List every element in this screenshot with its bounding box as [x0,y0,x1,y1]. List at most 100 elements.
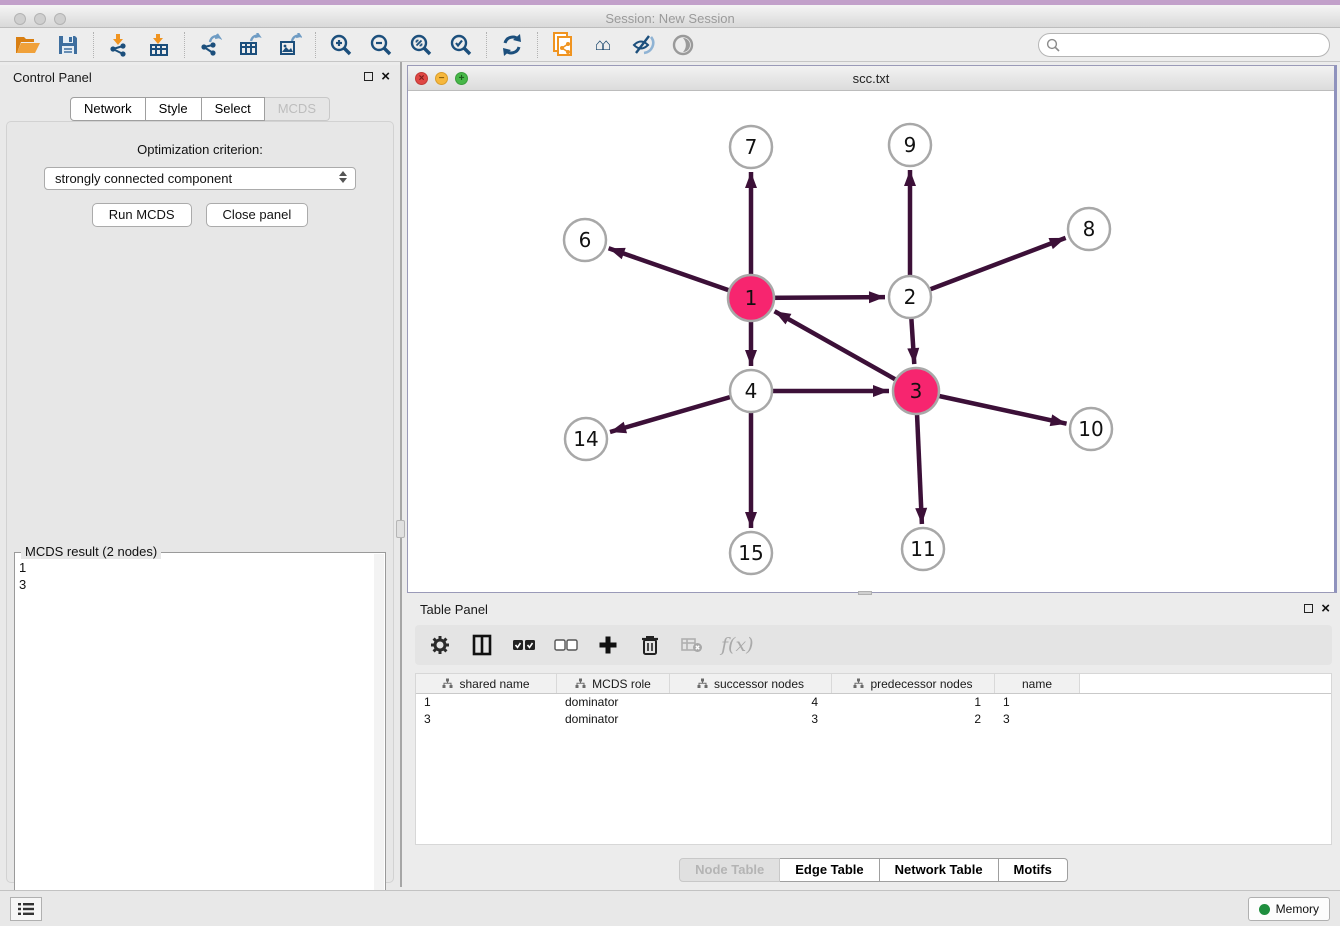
table-cell[interactable]: 1 [416,694,557,711]
toolbar-separator [315,32,316,58]
app-window: Session: New Session [0,0,1340,926]
table-toolbar: f(x) [415,625,1332,665]
tab-select[interactable]: Select [202,97,265,121]
table-cell[interactable]: dominator [557,711,670,728]
table-cell[interactable]: dominator [557,694,670,711]
panel-splitter[interactable] [400,62,402,887]
column-header[interactable]: successor nodes [670,674,832,693]
node-table: shared nameMCDS rolesuccessor nodesprede… [415,673,1332,845]
float-table-panel-icon[interactable] [1304,604,1313,613]
table-cell[interactable]: 2 [832,711,995,728]
show-columns-icon[interactable] [469,632,495,658]
table-header-row: shared nameMCDS rolesuccessor nodesprede… [416,674,1331,694]
select-all-icon[interactable] [511,632,537,658]
graph-edge[interactable] [910,238,1066,297]
show-graphics-details-icon[interactable] [663,30,703,60]
column-header[interactable]: predecessor nodes [832,674,995,693]
hierarchy-icon [853,678,864,689]
close-panel-icon[interactable]: × [381,71,390,82]
network-view-window: × − + scc.txt 7968124314101511 [407,65,1337,593]
tab-node-table[interactable]: Node Table [679,858,780,882]
task-history-button[interactable] [10,897,42,921]
table-cell[interactable]: 3 [995,711,1080,728]
delete-column-icon[interactable] [637,632,663,658]
tab-style[interactable]: Style [146,97,202,121]
result-scrollbar[interactable] [374,554,384,926]
close-table-panel-icon[interactable]: × [1321,603,1330,614]
criterion-value: strongly connected component [55,171,232,186]
zoom-selected-icon[interactable] [441,30,481,60]
table-cell[interactable]: 3 [670,711,832,728]
add-column-icon[interactable] [595,632,621,658]
hierarchy-icon [442,678,453,689]
criterion-dropdown[interactable]: strongly connected component [44,167,356,190]
search-input[interactable] [1038,33,1330,57]
close-panel-button[interactable]: Close panel [206,203,309,227]
tab-mcds[interactable]: MCDS [265,97,330,121]
main-toolbar: ⌂⌂ [0,28,1340,62]
view-resize-handle[interactable] [858,591,872,595]
graph-node-label: 8 [1083,217,1096,241]
dropdown-stepper-icon [339,171,347,183]
mcds-result-text[interactable]: 1 3 [19,559,371,926]
deselect-all-icon[interactable] [553,632,579,658]
export-network-icon[interactable] [190,30,230,60]
zoom-in-icon[interactable] [321,30,361,60]
hide-graphics-details-icon[interactable] [623,30,663,60]
export-image-icon[interactable] [270,30,310,60]
refresh-icon[interactable] [492,30,532,60]
table-row[interactable]: 3dominator323 [416,711,1331,728]
table-panel: Table Panel × [407,597,1340,890]
graph-edge[interactable] [775,311,916,391]
table-cell[interactable]: 4 [670,694,832,711]
tab-network-table[interactable]: Network Table [880,858,999,882]
window-titlebar: Session: New Session [0,0,1340,28]
splitter-grip[interactable] [396,520,405,538]
home-icon[interactable]: ⌂⌂ [583,30,623,60]
table-row[interactable]: 1dominator411 [416,694,1331,711]
graph-node-label: 3 [910,379,923,403]
memory-label: Memory [1276,902,1319,916]
settings-icon[interactable] [427,632,453,658]
graph-node-label: 2 [904,285,917,309]
graph-node-label: 15 [738,541,763,565]
tab-motifs[interactable]: Motifs [999,858,1068,882]
memory-button[interactable]: Memory [1248,897,1330,921]
zoom-fit-icon[interactable] [401,30,441,60]
graph-node-label: 10 [1078,417,1103,441]
hierarchy-icon [575,678,586,689]
graph-node-label: 9 [904,133,917,157]
open-session-icon[interactable] [8,30,48,60]
export-table-icon[interactable] [230,30,270,60]
run-mcds-button[interactable]: Run MCDS [92,203,192,227]
column-header[interactable]: MCDS role [557,674,670,693]
table-cell[interactable]: 3 [416,711,557,728]
function-builder-icon: f(x) [721,634,754,656]
network-canvas[interactable]: 7968124314101511 [408,91,1334,591]
delete-table-icon [679,632,705,658]
network-view-titlebar[interactable]: × − + scc.txt [408,66,1334,91]
table-cell[interactable]: 1 [995,694,1080,711]
network-from-file-icon[interactable] [543,30,583,60]
table-cell[interactable]: 1 [832,694,995,711]
column-header[interactable]: name [995,674,1080,693]
column-header[interactable]: shared name [416,674,557,693]
save-session-icon[interactable] [48,30,88,60]
graph-node-label: 1 [745,286,758,310]
import-table-icon[interactable] [139,30,179,60]
status-bar: Memory [0,890,1340,926]
float-panel-icon[interactable] [364,72,373,81]
memory-status-icon [1259,904,1270,915]
import-network-icon[interactable] [99,30,139,60]
tab-network[interactable]: Network [70,97,146,121]
header-filler [1080,674,1331,693]
table-body: 1dominator4113dominator323 [416,694,1331,728]
control-panel-title: Control Panel [13,70,92,85]
zoom-out-icon[interactable] [361,30,401,60]
mcds-result-group: MCDS result (2 nodes) 1 3 [14,552,386,926]
optimization-criterion-label: Optimization criterion: [7,142,393,157]
toolbar-separator [184,32,185,58]
tab-edge-table[interactable]: Edge Table [780,858,879,882]
graph-node-label: 14 [573,427,598,451]
control-panel-tabs: Network Style Select MCDS [0,97,400,121]
